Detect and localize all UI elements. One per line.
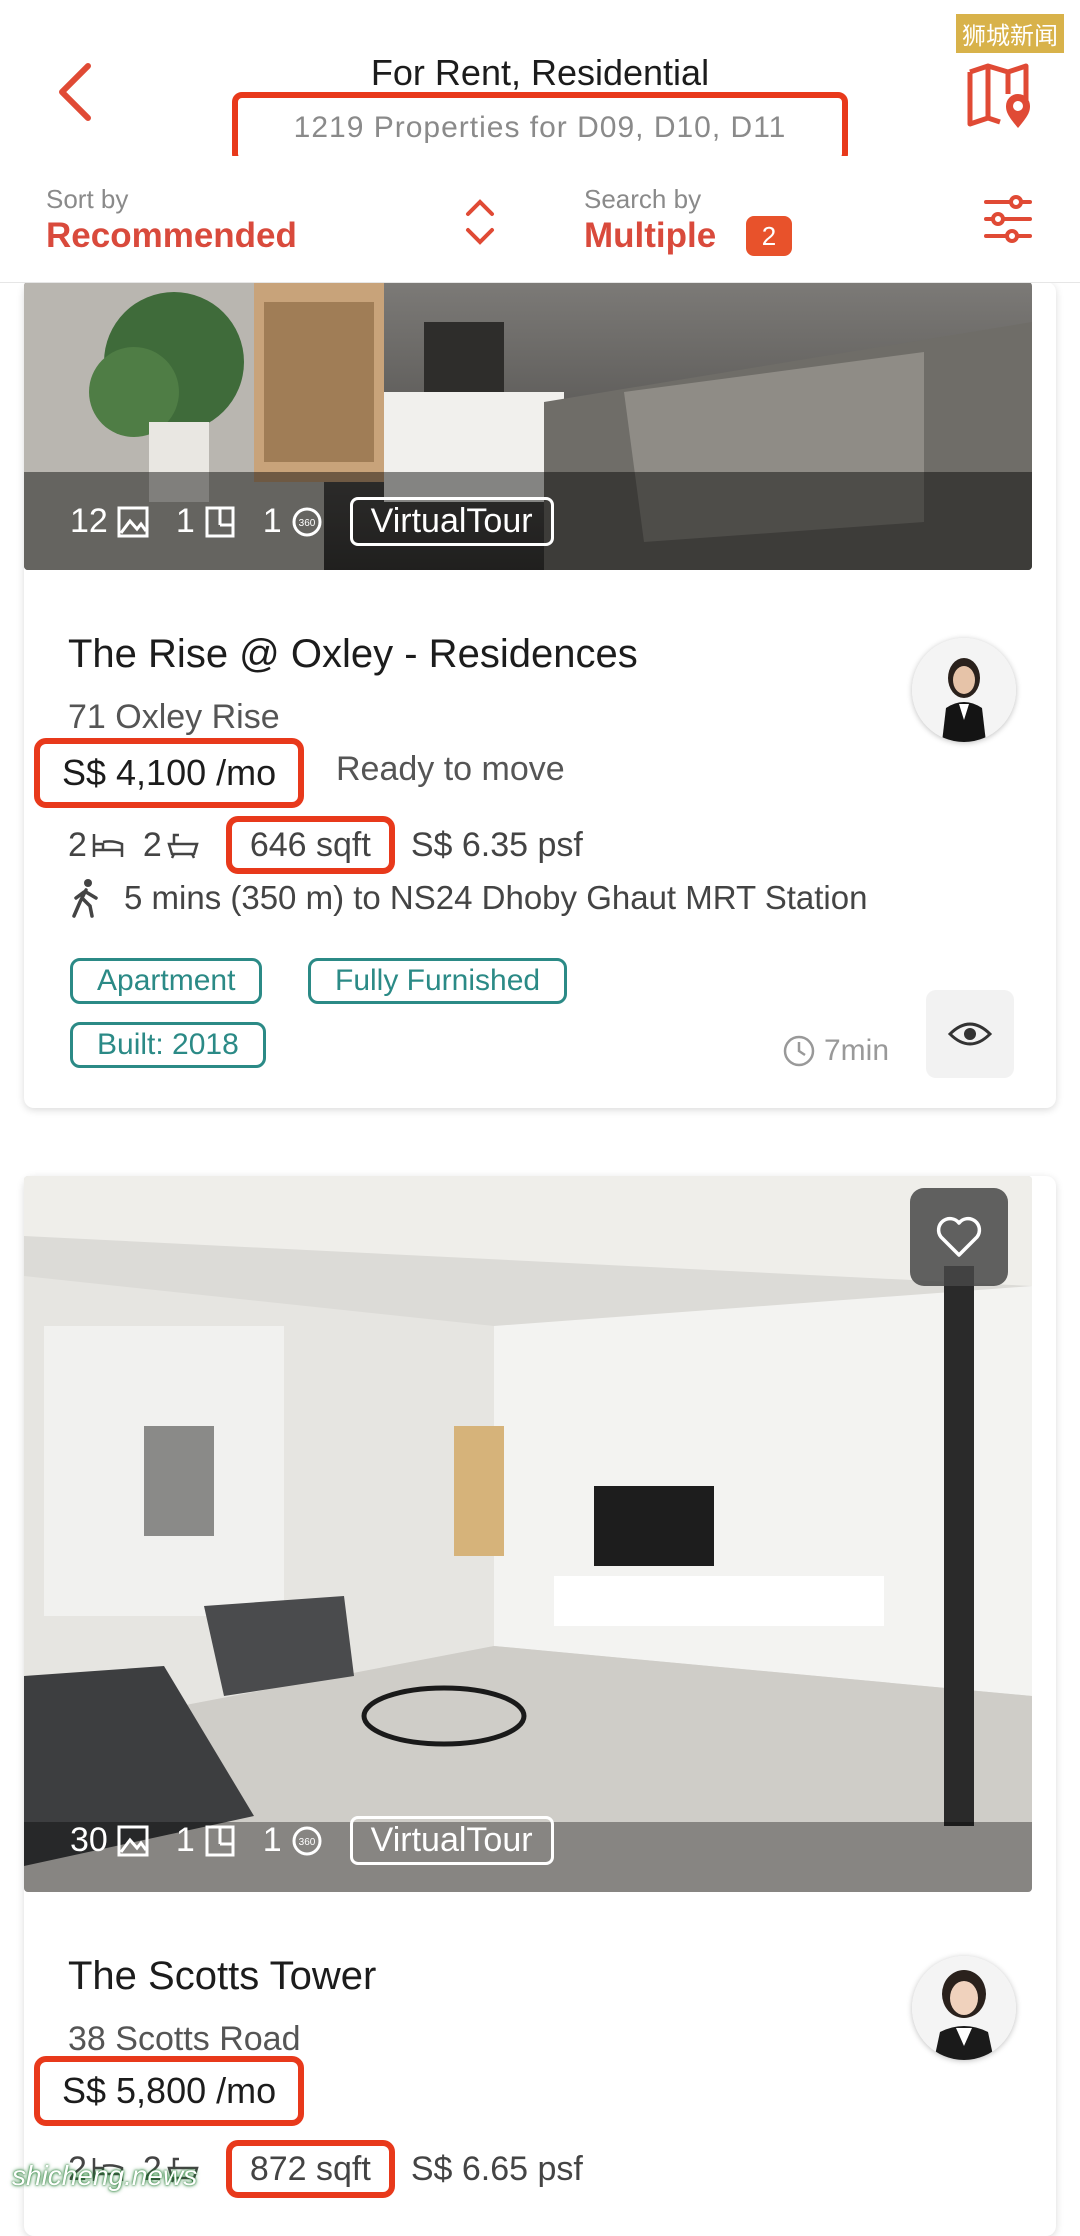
sort-toggle-icon[interactable]: [462, 192, 498, 252]
availability-text: Ready to move: [336, 750, 565, 788]
bath-icon: [167, 833, 199, 859]
top-app-bar: For Rent, Residential 1219 Properties fo…: [0, 0, 1080, 164]
search-by-dropdown[interactable]: Multiple: [584, 216, 716, 256]
listing-price: S$ 4,100 /mo: [62, 752, 277, 793]
360-tour-icon: 360: [292, 1826, 322, 1855]
photo-meta-bar: 30 1 1 360 VirtualTour: [70, 1816, 562, 1865]
search-label: Search by: [584, 184, 702, 214]
image-icon: [117, 1825, 149, 1856]
results-count-highlight: 1219 Properties for D09, D10, D11: [232, 92, 848, 164]
size-highlight: 646 sqft: [225, 816, 395, 874]
price-highlight: S$ 5,800 /mo: [34, 2056, 305, 2126]
eye-icon: [947, 1022, 993, 1046]
heart-icon: [936, 1216, 982, 1257]
tour-count: 1: [262, 1821, 282, 1859]
tag-property-type: Apartment: [70, 958, 263, 1004]
agent-avatar[interactable]: [912, 638, 1016, 742]
agent-avatar[interactable]: [912, 1956, 1016, 2060]
tag-built-year: Built: 2018: [70, 1022, 266, 1068]
listing-specs: 2 2 646 sqft S$ 6.35 psf: [68, 816, 583, 874]
listing-address: 38 Scotts Road: [68, 2020, 301, 2058]
search-count-badge: 2: [746, 216, 792, 256]
page-title: For Rent, Residential: [370, 52, 710, 93]
virtual-tour-badge[interactable]: VirtualTour: [349, 1816, 554, 1865]
floorplan-icon: [205, 1825, 235, 1856]
listing-photo[interactable]: 12 1 1 360 VirtualTour: [24, 282, 1032, 570]
walking-icon: [72, 879, 98, 918]
listing-size: 646 sqft: [249, 825, 371, 864]
bed-count: 2: [68, 825, 87, 864]
listed-time: 7min: [782, 1034, 889, 1068]
price-per-sqft: S$ 6.35 psf: [410, 825, 583, 864]
mrt-text: 5 mins (350 m) to NS24 Dhoby Ghaut MRT S…: [124, 879, 868, 916]
listing-price: S$ 5,800 /mo: [62, 2070, 277, 2111]
tour-count: 1: [262, 502, 282, 540]
hide-listing-button[interactable]: [926, 990, 1014, 1078]
listing-title[interactable]: The Rise @ Oxley - Residences: [68, 632, 638, 677]
sort-dropdown[interactable]: Recommended: [46, 216, 297, 256]
photo-count: 12: [70, 502, 108, 540]
watermark-logo: 狮城新闻: [956, 14, 1064, 53]
listed-time-text: 7min: [824, 1034, 890, 1067]
listing-title[interactable]: The Scotts Tower: [68, 1954, 376, 1999]
watermark-text: shicheng.news: [12, 2160, 198, 2191]
sort-filter-bar: Sort by Recommended Search by Multiple 2: [0, 156, 1080, 283]
listing-photo[interactable]: 30 1 1 360 VirtualTour: [24, 1176, 1032, 1892]
virtual-tour-badge[interactable]: VirtualTour: [349, 497, 554, 546]
sort-label: Sort by: [46, 184, 129, 214]
listing-address: 71 Oxley Rise: [68, 698, 280, 736]
floorplan-icon: [205, 506, 235, 537]
living-room-photo: [24, 1176, 1032, 1892]
size-highlight: 872 sqft: [225, 2140, 395, 2198]
svg-text:360: 360: [298, 518, 315, 529]
price-per-sqft: S$ 6.65 psf: [410, 2149, 583, 2188]
image-icon: [117, 506, 149, 537]
photo-count: 30: [70, 1821, 108, 1859]
price-highlight: S$ 4,100 /mo: [34, 738, 305, 808]
360-tour-icon: 360: [292, 507, 322, 536]
floorplan-count: 1: [175, 1821, 195, 1859]
floorplan-count: 1: [175, 502, 195, 540]
results-count: 1219 Properties for D09, D10, D11: [293, 111, 787, 144]
bed-icon: [92, 834, 124, 857]
clock-icon: [783, 1035, 815, 1067]
svg-text:360: 360: [298, 1837, 315, 1848]
photo-meta-bar: 12 1 1 360 VirtualTour: [70, 497, 562, 546]
listing-size: 872 sqft: [249, 2149, 371, 2188]
listing-card[interactable]: 12 1 1 360 VirtualTour The Rise @ Oxley …: [24, 282, 1056, 1108]
favorite-button[interactable]: [910, 1188, 1008, 1286]
listing-card[interactable]: 30 1 1 360 VirtualTour The Scotts Tower …: [24, 1176, 1056, 2236]
map-view-icon[interactable]: [964, 60, 1036, 132]
mrt-distance: 5 mins (350 m) to NS24 Dhoby Ghaut MRT S…: [68, 878, 867, 918]
bath-count: 2: [142, 825, 162, 864]
filter-sliders-icon[interactable]: [982, 194, 1034, 244]
tag-furnishing: Fully Furnished: [308, 958, 568, 1004]
